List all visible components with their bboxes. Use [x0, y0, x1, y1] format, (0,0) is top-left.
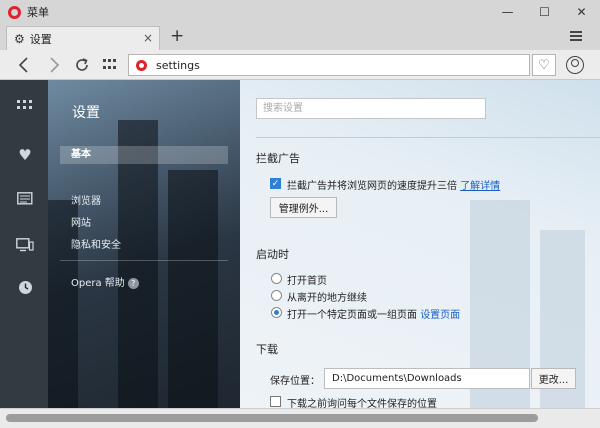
maximize-button[interactable]: ☐ — [526, 0, 563, 24]
settings-page: ♥ 设置 基本 浏览器 网站 隐私和安全 Opera 帮助? 拦截广告 ✓ — [0, 80, 600, 418]
search-settings-input[interactable] — [256, 98, 486, 119]
settings-main-pane: 拦截广告 ✓ 拦截广告并将浏览网页的速度提升三倍 了解详情 管理例外... 启动… — [240, 80, 600, 418]
startup-heading: 启动时 — [256, 248, 289, 261]
nav-item-basic[interactable]: 基本 — [60, 146, 228, 164]
ad-block-label: 拦截广告并将浏览网页的速度提升三倍 了解详情 — [287, 177, 500, 192]
new-tab-button[interactable]: + — [170, 26, 184, 46]
help-label: Opera 帮助 — [71, 278, 125, 289]
forward-button[interactable] — [44, 54, 64, 76]
opera-page-icon — [136, 59, 147, 71]
download-location-field[interactable]: D:\Documents\Downloads — [324, 368, 530, 389]
heart-icon: ♡ — [538, 57, 550, 73]
learn-more-link[interactable]: 了解详情 — [460, 181, 500, 192]
speed-dial-icon[interactable] — [16, 100, 34, 118]
scrollbar-thumb[interactable] — [6, 414, 538, 422]
reload-button[interactable] — [72, 54, 92, 76]
building-decoration — [118, 120, 158, 418]
building-decoration — [540, 230, 585, 418]
history-icon[interactable] — [16, 280, 34, 298]
startup-radio-homepage[interactable] — [271, 273, 282, 284]
tab-menu-icon[interactable] — [570, 31, 582, 43]
news-icon[interactable] — [16, 192, 34, 210]
downloads-heading: 下载 — [256, 343, 278, 356]
toolbar: settings ♡ — [0, 50, 600, 80]
nav-divider — [60, 260, 228, 261]
nav-item-browser[interactable]: 浏览器 — [71, 192, 101, 207]
tab-bar: ⚙ 设置 × + — [0, 24, 600, 50]
download-location-label: 保存位置： — [270, 376, 320, 387]
building-decoration — [48, 200, 78, 418]
tab-close-icon[interactable]: × — [143, 31, 153, 45]
title-bar: 菜单 — ☐ ✕ — [0, 0, 600, 24]
startup-radio-specific-pages[interactable] — [271, 307, 282, 318]
ad-block-text: 拦截广告并将浏览网页的速度提升三倍 — [287, 181, 457, 192]
close-window-button[interactable]: ✕ — [563, 0, 600, 24]
settings-title: 设置 — [72, 105, 100, 121]
startup-option-specific-pages: 打开一个特定页面或一组页面 设置页面 — [287, 306, 460, 321]
ad-block-heading: 拦截广告 — [256, 152, 300, 165]
set-pages-link[interactable]: 设置页面 — [420, 310, 460, 321]
ask-before-download-checkbox[interactable] — [270, 396, 281, 407]
bookmark-heart-button[interactable]: ♡ — [532, 54, 556, 76]
nav-item-privacy-security[interactable]: 隐私和安全 — [71, 236, 121, 251]
nav-item-opera-help[interactable]: Opera 帮助? — [71, 274, 139, 289]
sidebar: ♥ — [0, 80, 48, 418]
tab-settings[interactable]: ⚙ 设置 × — [6, 26, 160, 50]
startup-option-continue: 从离开的地方继续 — [287, 293, 367, 304]
window-controls: — ☐ ✕ — [489, 0, 600, 24]
ad-block-checkbox[interactable]: ✓ — [270, 178, 281, 189]
reload-icon — [76, 58, 88, 71]
manage-exceptions-button[interactable]: 管理例外... — [270, 197, 337, 218]
back-button[interactable] — [14, 54, 34, 76]
opera-logo-icon[interactable] — [8, 5, 21, 19]
horizontal-scrollbar[interactable] — [0, 408, 600, 428]
startup-radio-continue[interactable] — [271, 290, 282, 301]
gear-icon: ⚙ — [14, 31, 25, 46]
startup-option-homepage: 打开首页 — [287, 276, 327, 287]
address-url[interactable]: settings — [156, 59, 200, 72]
forward-arrow-icon — [50, 57, 60, 73]
profile-icon[interactable] — [566, 56, 584, 74]
back-arrow-icon — [18, 57, 28, 73]
tab-label: 设置 — [29, 32, 52, 46]
startup-option-specific-text: 打开一个特定页面或一组页面 — [287, 310, 417, 321]
heart-icon[interactable]: ♥ — [16, 146, 34, 164]
menu-button[interactable]: 菜单 — [27, 4, 49, 20]
building-decoration — [168, 170, 218, 418]
nav-item-websites[interactable]: 网站 — [71, 214, 91, 229]
help-badge-icon: ? — [127, 278, 139, 289]
search-divider — [256, 137, 600, 138]
minimize-button[interactable]: — — [489, 0, 526, 24]
devices-icon[interactable] — [16, 238, 34, 256]
address-bar[interactable]: settings — [128, 54, 530, 76]
speed-dial-grid-icon[interactable] — [103, 59, 117, 71]
settings-nav-pane: 设置 基本 浏览器 网站 隐私和安全 Opera 帮助? — [48, 80, 240, 418]
change-location-button[interactable]: 更改... — [531, 368, 576, 389]
